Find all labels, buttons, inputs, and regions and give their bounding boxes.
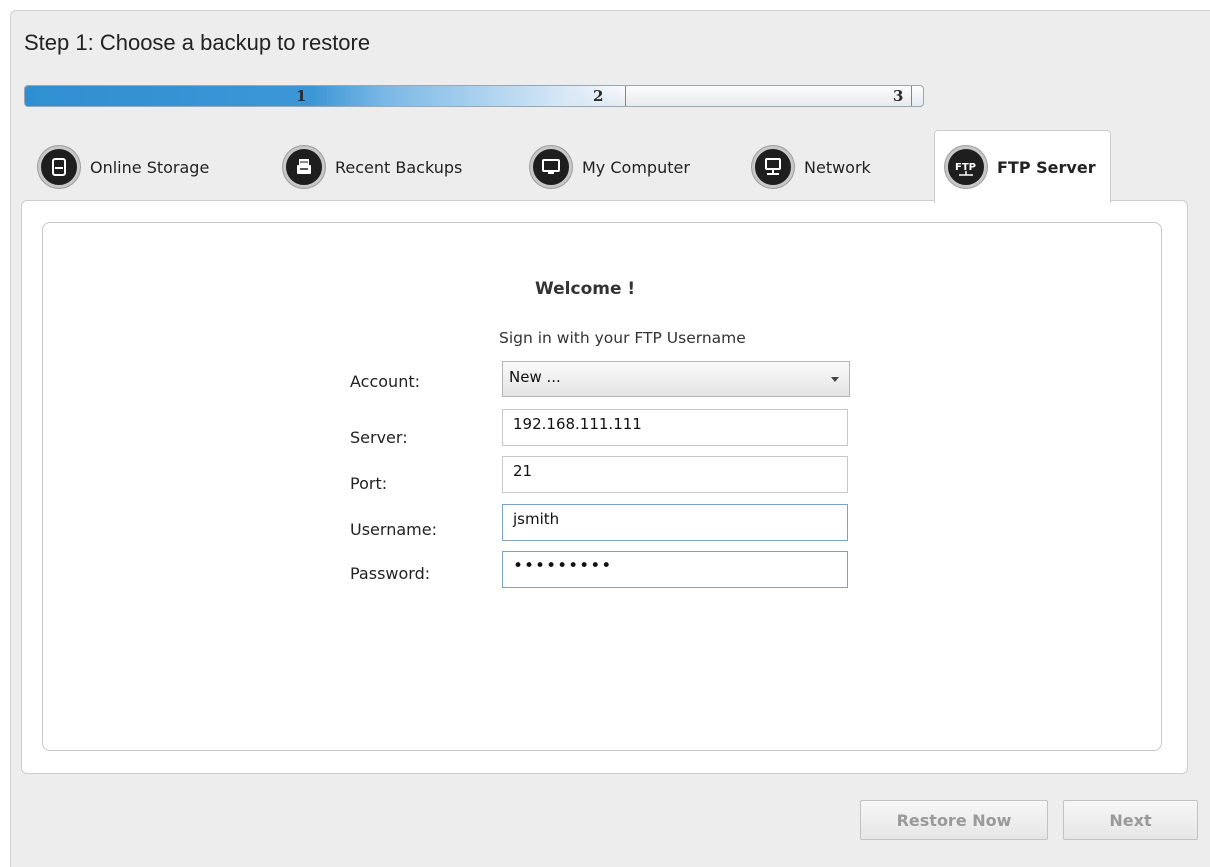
port-input[interactable]: 21: [502, 456, 848, 493]
step-1-label: 1: [296, 87, 307, 105]
sign-in-subtitle: Sign in with your FTP Username: [499, 329, 746, 347]
account-label: Account:: [350, 372, 420, 391]
account-selected-value: New ...: [509, 368, 561, 386]
account-select[interactable]: New ...: [502, 361, 850, 397]
step-2-label: 2: [593, 87, 604, 105]
online-storage-icon: [38, 146, 80, 188]
server-input[interactable]: 192.168.111.111: [502, 409, 848, 446]
sign-in-box: Welcome ! Sign in with your FTP Username…: [42, 222, 1162, 751]
network-icon: [752, 146, 794, 188]
tab-label: FTP Server: [997, 157, 1096, 177]
server-label: Server:: [350, 428, 408, 447]
step-progress-bar: 1 2 3: [24, 85, 924, 107]
password-input[interactable]: •••••••••: [502, 551, 848, 588]
page-title: Step 1: Choose a backup to restore: [24, 30, 371, 55]
step-divider: [625, 86, 626, 106]
step-3-label: 3: [893, 87, 904, 105]
username-input[interactable]: jsmith: [502, 504, 848, 541]
next-button[interactable]: Next: [1063, 800, 1198, 840]
tab-online-storage[interactable]: Online Storage: [38, 135, 209, 199]
tab-ftp-server[interactable]: FTP FTP Server: [934, 130, 1111, 203]
welcome-heading: Welcome !: [535, 279, 636, 299]
tab-label: Network: [804, 157, 871, 177]
ftp-server-icon: FTP: [945, 146, 987, 188]
tab-label: Online Storage: [90, 157, 210, 177]
tab-label: Recent Backups: [335, 157, 463, 177]
password-label: Password:: [350, 564, 431, 583]
username-label: Username:: [350, 520, 437, 539]
step-divider: [325, 86, 326, 106]
restore-now-button[interactable]: Restore Now: [860, 800, 1048, 840]
tab-network[interactable]: Network: [752, 135, 871, 199]
port-label: Port:: [350, 474, 388, 493]
tab-recent-backups[interactable]: Recent Backups: [283, 135, 462, 199]
step-divider: [911, 86, 912, 106]
chevron-down-icon[interactable]: [831, 377, 839, 382]
tab-label: My Computer: [582, 157, 690, 177]
recent-backups-icon: [283, 146, 325, 188]
tab-my-computer[interactable]: My Computer: [530, 135, 690, 199]
my-computer-icon: [530, 146, 572, 188]
ftp-server-panel: Welcome ! Sign in with your FTP Username…: [21, 200, 1188, 774]
